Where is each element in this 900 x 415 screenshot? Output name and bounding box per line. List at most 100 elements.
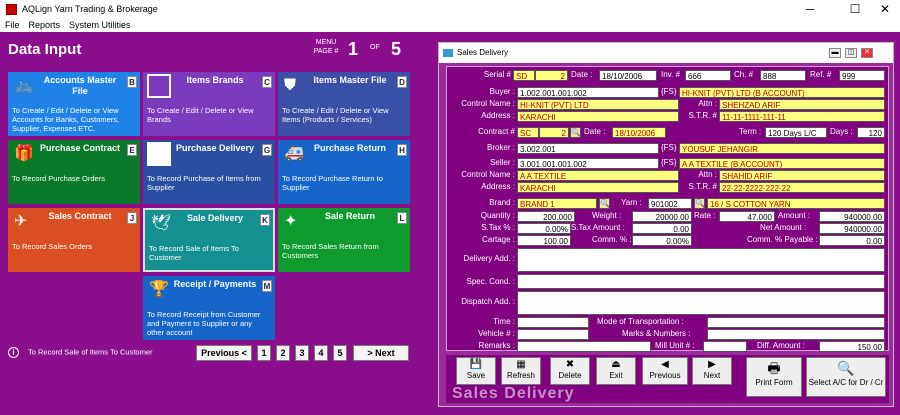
buyer-code-field[interactable]: 1.002.001.001.002 <box>517 87 659 98</box>
yarn-search-icon[interactable]: 🔍 <box>694 198 705 209</box>
amount-field[interactable]: 940000.00 <box>819 211 885 222</box>
diff-amount-field[interactable]: 150.00 <box>819 341 885 352</box>
seller-control-field[interactable]: A A TEXTILE <box>517 170 679 181</box>
tile-purchase-delivery[interactable]: Purchase Delivery G To Record Purchase o… <box>143 140 275 204</box>
dialog-title-bar: Sales Delivery ▬ ◫ ✕ <box>439 43 893 63</box>
page-button-3[interactable]: 3 <box>295 345 309 361</box>
menu-reports[interactable]: Reports <box>29 20 61 30</box>
tile-title: Purchase Return <box>313 143 387 153</box>
previous-record-button[interactable]: ◀ Previous <box>642 357 688 385</box>
dispatch-add-field[interactable] <box>517 291 885 315</box>
page-button-5[interactable]: 5 <box>333 345 347 361</box>
maximize-button[interactable]: ☐ <box>840 0 870 18</box>
menu-file[interactable]: File <box>5 20 20 30</box>
vehicle-field[interactable] <box>517 329 589 340</box>
page-button-2[interactable]: 2 <box>276 345 290 361</box>
marks-label: Marks & Numbers : <box>622 329 691 338</box>
weight-field[interactable]: 20000.00 <box>632 211 692 222</box>
print-label: Print Form <box>755 378 793 387</box>
seller-name-field[interactable]: A A TEXTILE (B ACCOUNT) <box>679 158 885 169</box>
serial-label: Serial # <box>483 70 511 79</box>
seller-attn-field[interactable]: SHAHID ARIF <box>719 170 885 181</box>
contract-search-icon[interactable]: 🔍 <box>570 127 581 138</box>
shortcut-key: M <box>262 280 272 292</box>
inv-field[interactable]: 666 <box>685 70 731 81</box>
tile-sale-delivery[interactable]: 🕊 Sale Delivery K To Record Sale of Item… <box>143 208 275 272</box>
seller-address-field[interactable]: KARACHI <box>517 182 679 193</box>
broker-name-field[interactable]: YOUSUF JEHANGIR <box>679 143 885 154</box>
buyer-str-field[interactable]: 11-11-1111-111-11 <box>719 111 885 122</box>
delivery-add-field[interactable] <box>517 248 885 272</box>
refresh-button[interactable]: ▦ Refresh <box>501 357 541 385</box>
broker-code-field[interactable]: 3.002.001 <box>517 143 659 154</box>
close-button[interactable]: ✕ <box>870 0 900 18</box>
tile-sales-contract[interactable]: ✈ Sales Contract J To Record Sales Order… <box>8 208 140 272</box>
term-select[interactable]: 120 Days L/C <box>765 127 827 138</box>
net-amount-field[interactable]: 940000.00 <box>819 223 885 234</box>
dialog-restore-button[interactable]: ◫ <box>845 48 857 58</box>
delete-button[interactable]: ✖ Delete <box>550 357 590 385</box>
dialog-minimize-button[interactable]: ▬ <box>829 48 841 58</box>
spec-cond-field[interactable] <box>517 274 885 289</box>
brand-field[interactable]: BRAND 1 <box>517 198 597 209</box>
yarn-name-field[interactable]: 16 / S COTTON YARN <box>707 198 885 209</box>
page-button-1[interactable]: 1 <box>257 345 271 361</box>
tile-accounts-master-file[interactable]: 🚲 Accounts Master File B To Create / Edi… <box>8 72 140 136</box>
tile-title: Accounts Master File <box>43 75 117 96</box>
tile-purchase-contract[interactable]: 🎁 Purchase Contract E To Record Purchase… <box>8 140 140 204</box>
amount-label: Amount : <box>778 211 811 220</box>
quantity-field[interactable]: 200.000 <box>517 211 575 222</box>
next-record-button[interactable]: ▶ Next <box>692 357 732 385</box>
serial-prefix-field[interactable]: SD <box>513 70 535 81</box>
contract-number-field[interactable]: 2 <box>539 127 569 138</box>
stax-field[interactable]: 0.00% <box>517 223 571 234</box>
minimize-button[interactable]: ─ <box>795 0 825 18</box>
stax-amount-field[interactable]: 0.00 <box>632 223 692 234</box>
tile-title: Purchase Delivery <box>175 143 255 153</box>
cartage-field[interactable]: 100.00 <box>517 235 571 246</box>
buyer-control-field[interactable]: HI-KNIT (PVT) LTD <box>517 99 679 110</box>
ch-field[interactable]: 888 <box>760 70 806 81</box>
buyer-address-field[interactable]: KARACHI <box>517 111 679 122</box>
date-field[interactable]: 18/10/2006 <box>599 70 657 81</box>
shortcut-key: K <box>260 214 270 226</box>
buyer-attn-field[interactable]: SHEHZAD ARIF <box>719 99 885 110</box>
yarn-code-field[interactable]: 901002 <box>648 198 692 209</box>
brand-label: Brand : <box>489 198 515 207</box>
menu-system-utilities[interactable]: System Utilities <box>69 20 131 30</box>
transport-field[interactable] <box>707 317 885 328</box>
comm-field[interactable]: 0.00% <box>632 235 692 246</box>
tile-sale-return[interactable]: ✦ Sale Return L To Record Sales Return f… <box>278 208 410 272</box>
mill-unit-field[interactable] <box>703 341 747 352</box>
comm-payable-label: Comm. % Payable : <box>747 235 818 244</box>
time-field[interactable] <box>517 317 589 328</box>
tile-purchase-return[interactable]: 🚑 Purchase Return H To Record Purchase R… <box>278 140 410 204</box>
rate-field[interactable]: 47.000 <box>719 211 775 222</box>
print-form-button[interactable]: 🖶 Print Form <box>746 357 802 397</box>
contract-date-field[interactable]: 18/10/2006 <box>612 127 666 138</box>
dialog-toolbar: Sales Delivery 💾 Save ▦ Refresh ✖ Delete ⏏ E… <box>446 355 889 403</box>
save-button[interactable]: 💾 Save <box>456 357 496 385</box>
buyer-name-field[interactable]: HI-KNIT (PVT) LTD (B ACCOUNT) <box>679 87 885 98</box>
dialog-close-button[interactable]: ✕ <box>861 48 873 58</box>
exit-button[interactable]: ⏏ Exit <box>596 357 636 385</box>
contract-prefix-field[interactable]: SC <box>517 127 539 138</box>
brand-search-icon[interactable]: 🔍 <box>599 198 610 209</box>
next-page-button[interactable]: > Next <box>353 345 409 361</box>
page-button-4[interactable]: 4 <box>314 345 328 361</box>
buyer-address-label: Address : <box>481 111 515 120</box>
tile-items-brands[interactable]: Items Brands C To Create / Edit / Delete… <box>143 72 275 136</box>
tile-receipt-payments[interactable]: 🏆 Receipt / Payments M To Record Receipt… <box>143 276 275 340</box>
seller-str-field[interactable]: 22-22-2222-222-22 <box>719 182 885 193</box>
marks-field[interactable] <box>707 329 885 340</box>
seller-code-field[interactable]: 3.001.001.001.002 <box>517 158 659 169</box>
serial-number-field[interactable]: 2 <box>535 70 568 81</box>
comm-payable-field[interactable]: 0.00 <box>819 235 885 246</box>
buyer-label: Buyer : <box>489 87 515 96</box>
ref-field[interactable]: 999 <box>839 70 885 81</box>
previous-page-button[interactable]: Previous < <box>196 345 252 361</box>
days-field[interactable]: 120 <box>857 127 885 138</box>
remarks-field[interactable] <box>517 341 651 352</box>
tile-items-master-file[interactable]: ⛊ Items Master File D To Create / Edit /… <box>278 72 410 136</box>
select-account-button[interactable]: 🔍 Select A/C for Dr / Cr <box>806 357 886 397</box>
